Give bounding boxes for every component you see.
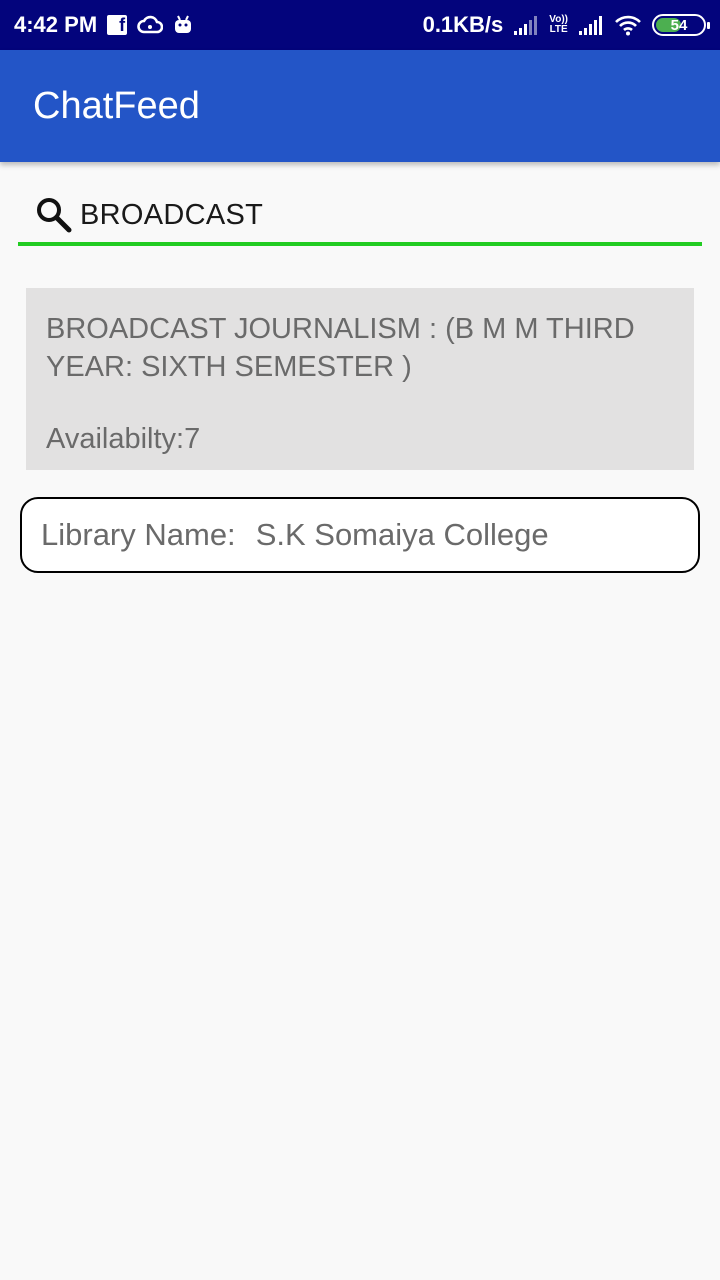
library-name-box[interactable]: Library Name: S.K Somaiya College (20, 497, 700, 573)
facebook-icon: f (107, 15, 128, 35)
volte-icon: Vo)) LTE (549, 15, 568, 35)
status-bar-left: 4:42 PM f (14, 12, 193, 38)
app-title: ChatFeed (33, 84, 200, 127)
search-bar[interactable]: BROADCAST (18, 188, 702, 246)
lte-label: LTE (549, 24, 568, 35)
availability-value: 7 (184, 423, 201, 455)
wifi-icon (614, 14, 642, 36)
availability-label: Availabilty: (46, 423, 185, 455)
signal-icon (513, 15, 539, 35)
library-name-label: Library Name: (41, 517, 236, 552)
search-input[interactable]: BROADCAST (80, 199, 263, 232)
battery-icon: 54 (652, 14, 710, 36)
network-speed: 0.1KB/s (422, 12, 504, 37)
cloud-icon (137, 15, 164, 35)
signal-icon (578, 15, 604, 35)
book-result-card[interactable]: BROADCAST JOURNALISM : (B M M THIRD YEAR… (26, 288, 694, 470)
battery-tip (707, 22, 710, 29)
status-bar-right: 0.1KB/s Vo)) LTE 54 (422, 12, 710, 38)
battery-percent: 54 (670, 16, 688, 34)
availability-row: Availabilty:7 (46, 420, 674, 458)
status-bar: 4:42 PM f 0.1KB/s Vo)) LTE 54 (0, 0, 720, 50)
screen: 4:42 PM f 0.1KB/s Vo)) LTE 54 ChatFeed B… (0, 0, 720, 1280)
app-bar: ChatFeed (0, 50, 720, 162)
status-time: 4:42 PM (14, 12, 98, 37)
search-icon[interactable] (34, 195, 74, 235)
library-name-value: S.K Somaiya College (255, 517, 549, 552)
book-title: BROADCAST JOURNALISM : (B M M THIRD YEAR… (46, 313, 635, 383)
android-icon (173, 15, 193, 35)
